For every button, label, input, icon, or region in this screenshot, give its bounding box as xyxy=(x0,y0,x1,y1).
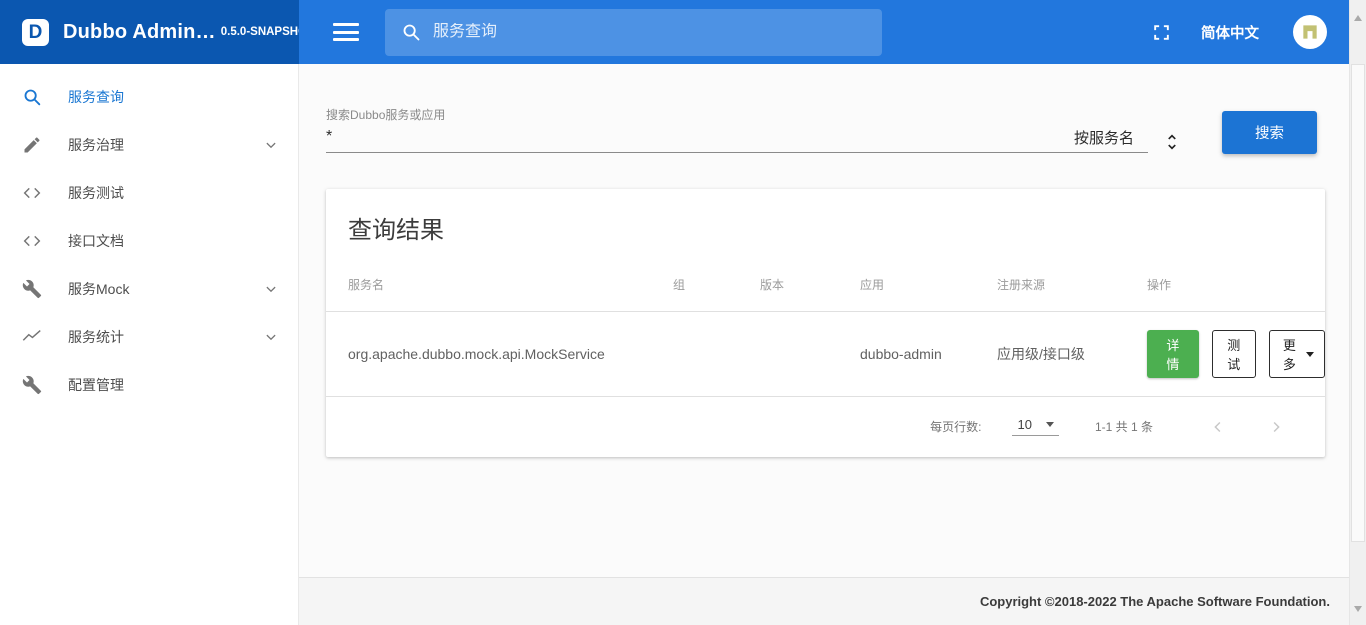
sidebar-item-service-governance[interactable]: 服务治理 xyxy=(0,121,298,169)
col-register-source: 注册来源 xyxy=(997,270,1147,312)
dubbo-logo: D xyxy=(22,19,49,46)
menu-icon[interactable] xyxy=(333,23,359,41)
global-search-input[interactable] xyxy=(433,23,867,41)
cell-operations: 详情 测试 更多 xyxy=(1147,312,1325,397)
pagination: 每页行数: 10 1-1 共 1 条 xyxy=(326,397,1325,457)
wrench-icon xyxy=(20,373,44,397)
col-group: 组 xyxy=(673,270,760,312)
app-title: Dubbo Admin… xyxy=(63,21,216,44)
global-search-box[interactable] xyxy=(385,9,882,56)
caret-down-icon xyxy=(1306,352,1314,357)
chevron-down-icon xyxy=(262,328,280,346)
sidebar-item-label: 接口文档 xyxy=(68,231,124,251)
app-bar-toolbar: 简体中文 xyxy=(299,0,1349,64)
rows-per-page-label: 每页行数: xyxy=(930,418,981,435)
more-button-label: 更多 xyxy=(1280,335,1299,373)
scroll-up-arrow-icon[interactable] xyxy=(1354,15,1362,21)
chevron-right-icon xyxy=(1267,418,1285,436)
test-button[interactable]: 测试 xyxy=(1212,330,1256,378)
app-bar: D Dubbo Admin… 0.5.0-SNAPSHOT xyxy=(0,0,1349,64)
sidebar-item-label: 服务查询 xyxy=(68,87,124,107)
wrench-icon xyxy=(20,277,44,301)
results-table: 服务名 组 版本 应用 注册来源 操作 org.apac xyxy=(326,270,1325,397)
sidebar-item-api-docs[interactable]: 接口文档 xyxy=(0,217,298,265)
scrollbar-thumb[interactable] xyxy=(1351,64,1365,542)
main-area: 搜索Dubbo服务或应用 按服务名 搜索 xyxy=(299,64,1349,625)
results-card: 查询结果 服务名 组 版本 应用 xyxy=(326,189,1325,457)
sidebar-item-config-management[interactable]: 配置管理 xyxy=(0,361,298,409)
col-operations: 操作 xyxy=(1147,270,1325,312)
chevron-down-icon xyxy=(262,136,280,154)
detail-button[interactable]: 详情 xyxy=(1147,330,1199,378)
sidebar-item-service-search[interactable]: 服务查询 xyxy=(0,73,298,121)
chart-line-icon xyxy=(20,325,44,349)
fullscreen-icon[interactable] xyxy=(1152,23,1171,42)
search-submit-button[interactable]: 搜索 xyxy=(1222,111,1317,154)
chevron-left-icon xyxy=(1209,418,1227,436)
dubbo-admin-page: D Dubbo Admin… 0.5.0-SNAPSHOT xyxy=(0,0,1366,625)
rows-per-page-select[interactable]: 10 xyxy=(1012,417,1059,436)
filter-type-select[interactable]: 按服务名 xyxy=(1066,127,1148,148)
pencil-icon xyxy=(20,133,44,157)
table-header-row: 服务名 组 版本 应用 注册来源 操作 xyxy=(326,270,1325,312)
cell-version xyxy=(760,312,860,397)
cell-service-name: org.apache.dubbo.mock.api.MockService xyxy=(326,312,673,397)
sidebar-item-label: 服务治理 xyxy=(68,135,124,155)
sidebar-item-service-mock[interactable]: 服务Mock xyxy=(0,265,298,313)
results-title: 查询结果 xyxy=(326,189,1325,270)
avatar-glyph-icon xyxy=(1300,22,1320,42)
unfold-more-icon[interactable] xyxy=(1162,132,1182,152)
search-icon xyxy=(20,85,44,109)
copyright-text: Copyright ©2018-2022 The Apache Software… xyxy=(980,594,1330,609)
sidebar-item-service-metrics[interactable]: 服务统计 xyxy=(0,313,298,361)
code-icon xyxy=(20,181,44,205)
previous-page-button[interactable] xyxy=(1189,418,1247,436)
search-icon xyxy=(400,21,422,43)
caret-down-icon xyxy=(1046,422,1054,427)
code-icon xyxy=(20,229,44,253)
col-service-name: 服务名 xyxy=(326,270,673,312)
table-row: org.apache.dubbo.mock.api.MockService du… xyxy=(326,312,1325,397)
app-bar-brand: D Dubbo Admin… 0.5.0-SNAPSHOT xyxy=(0,0,299,64)
more-button[interactable]: 更多 xyxy=(1269,330,1325,378)
service-search-form: 搜索Dubbo服务或应用 按服务名 搜索 xyxy=(326,64,1325,154)
avatar[interactable] xyxy=(1293,15,1327,49)
sidebar: 服务查询 服务治理 服务测试 xyxy=(0,64,299,625)
app-version: 0.5.0-SNAPSHOT xyxy=(221,26,299,38)
footer: Copyright ©2018-2022 The Apache Software… xyxy=(299,577,1349,625)
col-application: 应用 xyxy=(860,270,997,312)
next-page-button[interactable] xyxy=(1247,418,1305,436)
scroll-down-arrow-icon[interactable] xyxy=(1354,606,1362,612)
language-switcher[interactable]: 简体中文 xyxy=(1201,22,1259,43)
sidebar-item-label: 服务测试 xyxy=(68,183,124,203)
sidebar-item-label: 服务统计 xyxy=(68,327,124,347)
rows-per-page-value: 10 xyxy=(1018,417,1032,432)
search-field-label: 搜索Dubbo服务或应用 xyxy=(326,106,1148,122)
cell-application: dubbo-admin xyxy=(860,312,997,397)
sidebar-item-service-test[interactable]: 服务测试 xyxy=(0,169,298,217)
cell-register-source: 应用级/接口级 xyxy=(997,312,1147,397)
chevron-down-icon xyxy=(262,280,280,298)
vertical-scrollbar[interactable] xyxy=(1349,0,1366,625)
service-search-input[interactable] xyxy=(326,128,1066,146)
col-version: 版本 xyxy=(760,270,860,312)
sidebar-item-label: 服务Mock xyxy=(68,279,129,299)
cell-group xyxy=(673,312,760,397)
pagination-range: 1-1 共 1 条 xyxy=(1095,418,1153,435)
sidebar-item-label: 配置管理 xyxy=(68,375,124,395)
